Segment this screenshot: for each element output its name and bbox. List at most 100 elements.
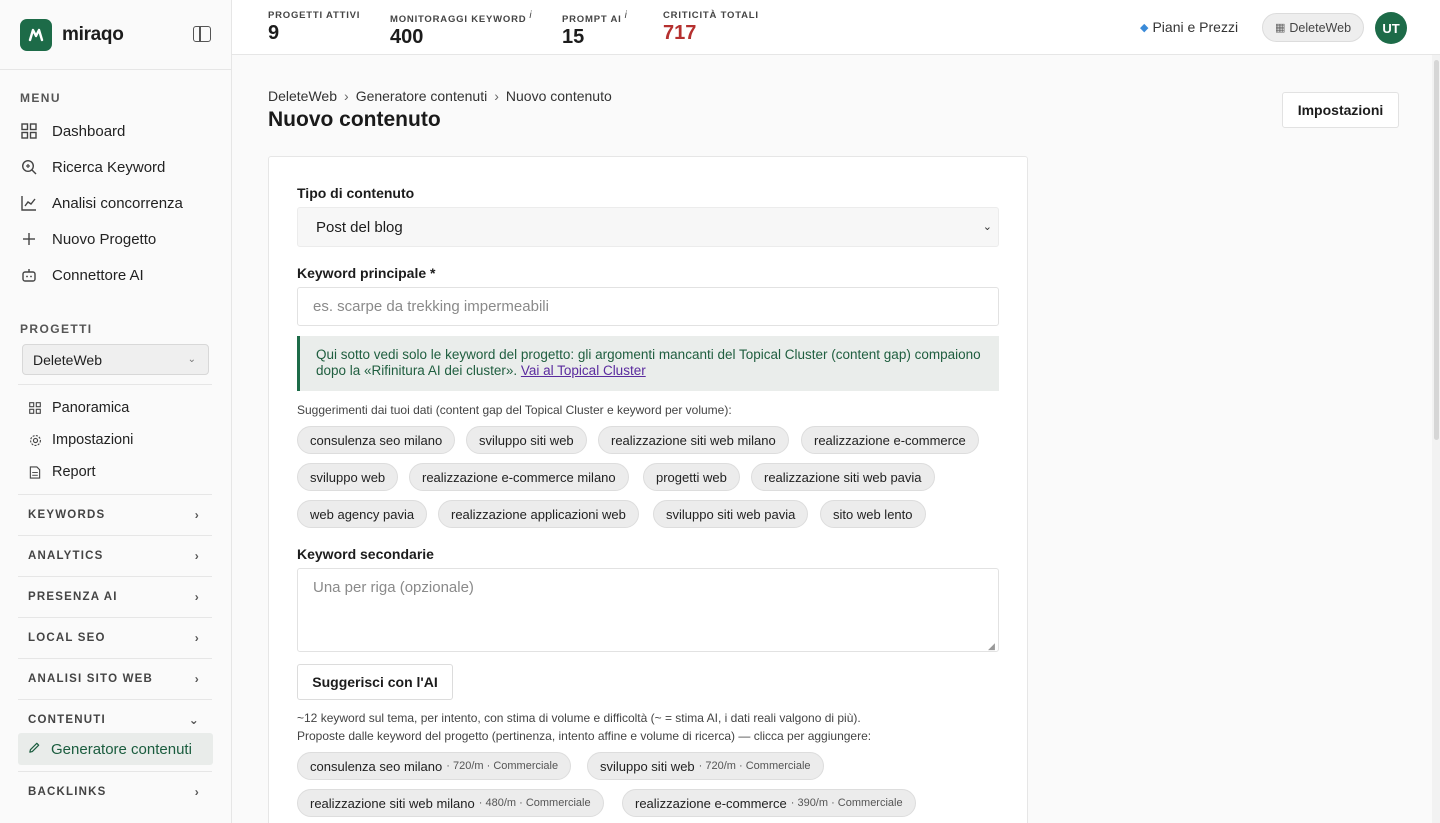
suggestion-chip[interactable]: web agency pavia [297, 500, 428, 528]
plans-label: Piani e Prezzi [1152, 19, 1239, 35]
stat-keyword-monitoring: MONITORAGGI KEYWORD i 400 [390, 10, 532, 49]
suggestion-chip[interactable]: sviluppo siti web [466, 426, 587, 454]
project-item-overview[interactable]: Panoramica [28, 396, 129, 420]
project-select[interactable]: DeleteWeb ⌄ [22, 344, 209, 375]
proposal-meta: · 720/m · Commerciale [698, 760, 811, 772]
gem-icon: ◆ [1140, 21, 1149, 34]
sidebar: miraqo MENU Dashboard Ricerca Keyword An… [0, 0, 232, 823]
ai-hint: ~12 keyword sul tema, per intento, con s… [297, 711, 861, 725]
suggest-ai-button[interactable]: Suggerisci con l'AI [297, 664, 453, 700]
group-label: ANALYTICS [28, 549, 104, 562]
suggestion-chip[interactable]: realizzazione applicazioni web [438, 500, 639, 528]
stat-label: CRITICITÀ TOTALI [663, 10, 759, 21]
project-item-report[interactable]: Report [28, 460, 96, 484]
info-icon[interactable]: i [529, 10, 532, 21]
stat-active-projects: PROGETTI ATTIVI 9 [268, 10, 360, 45]
stat-label-text: MONITORAGGI KEYWORD [390, 14, 527, 26]
suggestion-chip[interactable]: sviluppo web [297, 463, 399, 491]
proposals-hint: Proposte dalle keyword del progetto (per… [297, 729, 872, 743]
project-item-label: Impostazioni [52, 432, 134, 448]
scrollbar-thumb[interactable] [1434, 60, 1439, 440]
stat-value: 400 [390, 26, 424, 49]
plus-icon [20, 230, 38, 248]
group-backlinks[interactable]: BACKLINKS › [18, 771, 212, 811]
group-keywords[interactable]: KEYWORDS › [18, 494, 212, 534]
info-icon[interactable]: i [625, 10, 628, 21]
workspace-button[interactable]: ▦ DeleteWeb [1262, 13, 1365, 42]
breadcrumb-separator: › [344, 88, 349, 104]
nav-item-dashboard[interactable]: Dashboard [20, 117, 125, 145]
proposal-chip[interactable]: consulenza seo milano · 720/m · Commercia… [297, 752, 572, 780]
group-local-seo[interactable]: LOCAL SEO › [18, 617, 212, 657]
secondary-keywords-label: Keyword secondarie [297, 546, 434, 562]
suggestion-chip[interactable]: progetti web [643, 463, 740, 491]
building-icon: ▦ [1275, 22, 1286, 34]
stat-label: MONITORAGGI KEYWORD i [390, 10, 532, 25]
group-website-analysis[interactable]: ANALISI SITO WEB › [18, 658, 212, 698]
avatar[interactable]: UT [1375, 12, 1407, 44]
project-item-label: Report [52, 464, 96, 480]
projects-section-label: PROGETTI [20, 322, 93, 336]
stat-ai-prompts: PROMPT AI i 15 [562, 10, 628, 49]
content-type-label: Tipo di contenuto [297, 185, 415, 201]
suggestion-chip[interactable]: sito web lento [820, 500, 926, 528]
project-item-label: Panoramica [52, 400, 130, 416]
document-icon [28, 465, 42, 479]
stat-label: PROMPT AI i [562, 10, 628, 25]
suggestion-chip[interactable]: realizzazione e-commerce milano [409, 463, 629, 491]
breadcrumb: DeleteWeb › Generatore contenuti › Nuovo con… [268, 88, 612, 104]
page-title: Nuovo contenuto [268, 108, 441, 131]
nav-item-new-project[interactable]: Nuovo Progetto [20, 225, 156, 253]
active-item-label: Generatore contenuti [51, 740, 192, 758]
breadcrumb-item[interactable]: Generatore contenuti [356, 88, 488, 104]
proposal-chip[interactable]: realizzazione e-commerce · 390/m · Commer… [622, 789, 916, 817]
grid-icon [28, 401, 42, 415]
chevron-right-icon: › [194, 672, 200, 686]
chevron-right-icon: › [194, 785, 200, 799]
breadcrumb-item[interactable]: DeleteWeb [268, 88, 337, 104]
stat-value: 9 [268, 22, 280, 44]
proposal-chip[interactable]: sviluppo siti web · 720/m · Commerciale [587, 752, 824, 780]
nav-item-competitor-analysis[interactable]: Analisi concorrenza [20, 189, 183, 217]
topical-cluster-link[interactable]: Vai al Topical Cluster [521, 363, 646, 378]
info-text: Qui sotto vedi solo le keyword del proge… [316, 347, 981, 378]
secondary-keywords-textarea[interactable] [297, 568, 999, 652]
group-analytics[interactable]: ANALYTICS › [18, 535, 212, 575]
suggestion-chip[interactable]: realizzazione siti web milano [598, 426, 789, 454]
nav-item-ai-connector[interactable]: Connettore AI [20, 261, 144, 289]
nav-item-keyword-research[interactable]: Ricerca Keyword [20, 153, 165, 181]
chevron-down-icon: ⌄ [188, 713, 200, 727]
content-type-select[interactable]: Post del blog ⌄ [297, 207, 999, 247]
suggestion-chip[interactable]: consulenza seo milano [297, 426, 456, 454]
topbar: PROGETTI ATTIVI 9 MONITORAGGI KEYWORD i 4… [232, 0, 1440, 55]
project-item-settings[interactable]: Impostazioni [28, 428, 133, 452]
sidebar-item-content-generator[interactable]: Generatore contenuti [18, 733, 213, 765]
group-label: CONTENUTI [28, 713, 106, 726]
project-select-value: DeleteWeb [33, 351, 103, 368]
plans-link[interactable]: ◆ Piani e Prezzi [1140, 19, 1238, 35]
logo-icon[interactable] [20, 18, 52, 51]
robot-icon [20, 266, 38, 284]
proposal-meta: · 720/m · Commerciale [446, 760, 559, 772]
group-ai-presence[interactable]: PRESENZA AI › [18, 576, 212, 616]
content-type-value: Post del blog [316, 218, 403, 236]
menu-section-label: MENU [20, 91, 61, 105]
proposal-keyword: sviluppo siti web [600, 758, 695, 774]
proposal-chip[interactable]: realizzazione siti web milano · 480/m · C… [297, 789, 604, 817]
main-keyword-input[interactable] [297, 287, 999, 326]
proposal-meta: · 390/m · Commerciale [790, 797, 903, 809]
suggestion-chip[interactable]: sviluppo siti web pavia [653, 500, 809, 528]
settings-button[interactable]: Impostazioni [1282, 92, 1399, 128]
nav-item-label: Dashboard [52, 122, 126, 140]
brand-name[interactable]: miraqo [62, 24, 124, 46]
suggestion-chip[interactable]: realizzazione siti web pavia [751, 463, 935, 491]
resize-handle-icon[interactable]: ◢ [988, 641, 995, 652]
chevron-right-icon: › [194, 631, 200, 645]
sidebar-toggle-icon[interactable] [193, 26, 211, 42]
stat-label-text: PROMPT AI [562, 14, 622, 26]
stat-total-issues: CRITICITÀ TOTALI 717 [663, 10, 759, 45]
proposal-meta: · 480/m · Commerciale [478, 797, 591, 809]
breadcrumb-current: Nuovo contenuto [505, 88, 612, 104]
chevron-right-icon: › [194, 590, 200, 604]
suggestion-chip[interactable]: realizzazione e-commerce [801, 426, 979, 454]
